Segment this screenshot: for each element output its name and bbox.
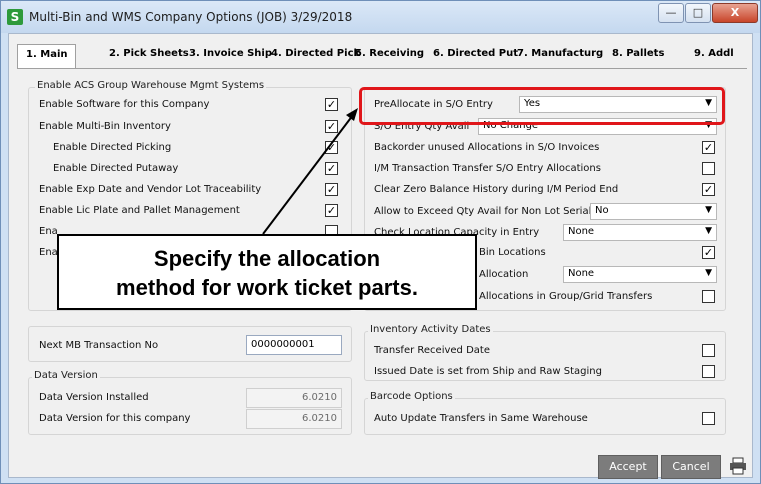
callout-line-1: Specify the allocation	[153, 246, 381, 271]
tab-strip: 1. Main 2. Pick Sheets 3. Invoice Ship 4…	[17, 44, 747, 69]
im-transfer-checkbox[interactable]	[702, 162, 715, 175]
bin-locations-label: Bin Locations	[479, 247, 546, 258]
group-grid-label: Allocations in Group/Grid Transfers	[479, 291, 653, 302]
callout-line-2: method for work ticket parts.	[116, 275, 418, 300]
issued-date-checkbox[interactable]	[702, 365, 715, 378]
enable-option-8-label: Ena	[39, 247, 58, 258]
tab-pallets[interactable]: 8. Pallets	[612, 48, 664, 59]
transfer-received-checkbox[interactable]	[702, 344, 715, 357]
enable-lic-plate-checkbox[interactable]: ✓	[325, 204, 338, 217]
allow-exceed-value: No	[595, 205, 609, 216]
chevron-down-icon: ▼	[705, 268, 712, 278]
title-bar: S Multi-Bin and WMS Company Options (JOB…	[1, 1, 760, 33]
callout-text: Specify the allocation method for work t…	[59, 244, 475, 302]
minimize-button[interactable]: —	[658, 3, 684, 23]
tab-invoice-ship[interactable]: 3. Invoice Ship	[189, 48, 272, 59]
tab-receiving[interactable]: 5. Receiving	[355, 48, 424, 59]
tab-pick-sheets[interactable]: 2. Pick Sheets	[109, 48, 189, 59]
data-version-company-label: Data Version for this company	[39, 413, 191, 424]
clear-zero-checkbox[interactable]: ✓	[702, 183, 715, 196]
backorder-label: Backorder unused Allocations in S/O Invo…	[374, 142, 600, 153]
inventory-activity-dates-title: Inventory Activity Dates	[368, 324, 493, 335]
data-version-company-value: 6.0210	[246, 409, 342, 429]
enable-option-7-label: Ena	[39, 226, 58, 237]
close-button[interactable]: X	[712, 3, 758, 23]
clear-zero-label: Clear Zero Balance History during I/M Pe…	[374, 184, 619, 195]
bin-locations-checkbox[interactable]: ✓	[702, 246, 715, 259]
tab-additional[interactable]: 9. Addl	[694, 48, 734, 59]
backorder-checkbox[interactable]: ✓	[702, 141, 715, 154]
capacity-dropdown[interactable]: None ▼	[563, 224, 717, 241]
allocation-label: Allocation	[479, 269, 529, 280]
tab-directed-pick[interactable]: 4. Directed Pick	[271, 48, 360, 59]
enable-lic-plate-label: Enable Lic Plate and Pallet Management	[39, 205, 240, 216]
transfer-received-label: Transfer Received Date	[374, 345, 490, 356]
enable-directed-putaway-label: Enable Directed Putaway	[53, 163, 179, 174]
group-grid-checkbox[interactable]	[702, 290, 715, 303]
app-icon: S	[7, 9, 23, 25]
tab-directed-put[interactable]: 6. Directed Put	[433, 48, 518, 59]
printer-icon[interactable]	[729, 457, 747, 475]
data-version-installed-label: Data Version Installed	[39, 392, 149, 403]
accept-button[interactable]: Accept	[598, 455, 658, 479]
data-version-title: Data Version	[32, 370, 100, 381]
enable-software-label: Enable Software for this Company	[39, 99, 210, 110]
auto-update-transfers-checkbox[interactable]	[702, 412, 715, 425]
barcode-options-title: Barcode Options	[368, 391, 455, 402]
preallocate-highlight-box	[359, 87, 725, 125]
allocation-value: None	[568, 268, 595, 279]
instruction-callout: Specify the allocation method for work t…	[57, 234, 477, 310]
enable-multibin-checkbox[interactable]: ✓	[325, 120, 338, 133]
window-title: Multi-Bin and WMS Company Options (JOB) …	[29, 10, 353, 24]
maximize-button[interactable]: □	[685, 3, 711, 23]
next-mb-transaction-input[interactable]: 0000000001	[246, 335, 342, 355]
issued-date-label: Issued Date is set from Ship and Raw Sta…	[374, 366, 602, 377]
tab-main[interactable]: 1. Main	[17, 44, 77, 69]
window: S Multi-Bin and WMS Company Options (JOB…	[0, 0, 761, 484]
enable-exp-date-label: Enable Exp Date and Vendor Lot Traceabil…	[39, 184, 262, 195]
enable-directed-picking-label: Enable Directed Picking	[53, 142, 172, 153]
enable-exp-date-checkbox[interactable]: ✓	[325, 183, 338, 196]
allow-exceed-label: Allow to Exceed Qty Avail for Non Lot Se…	[374, 206, 592, 217]
auto-update-transfers-label: Auto Update Transfers in Same Warehouse	[374, 413, 588, 424]
enable-directed-picking-checkbox[interactable]: ✓	[325, 141, 338, 154]
cancel-button[interactable]: Cancel	[661, 455, 721, 479]
chevron-down-icon: ▼	[705, 205, 712, 215]
tab-manufacturing[interactable]: 7. Manufacturg	[517, 48, 603, 59]
enable-multibin-label: Enable Multi-Bin Inventory	[39, 121, 171, 132]
chevron-down-icon: ▼	[705, 226, 712, 236]
enable-directed-putaway-checkbox[interactable]: ✓	[325, 162, 338, 175]
enable-software-checkbox[interactable]: ✓	[325, 98, 338, 111]
im-transfer-label: I/M Transaction Transfer S/O Entry Alloc…	[374, 163, 601, 174]
next-mb-transaction-label: Next MB Transaction No	[39, 340, 159, 351]
data-version-installed-value: 6.0210	[246, 388, 342, 408]
allow-exceed-dropdown[interactable]: No ▼	[590, 203, 717, 220]
capacity-value: None	[568, 226, 595, 237]
warehouse-systems-title: Enable ACS Group Warehouse Mgmt Systems	[35, 80, 267, 91]
allocation-dropdown[interactable]: None ▼	[563, 266, 717, 283]
